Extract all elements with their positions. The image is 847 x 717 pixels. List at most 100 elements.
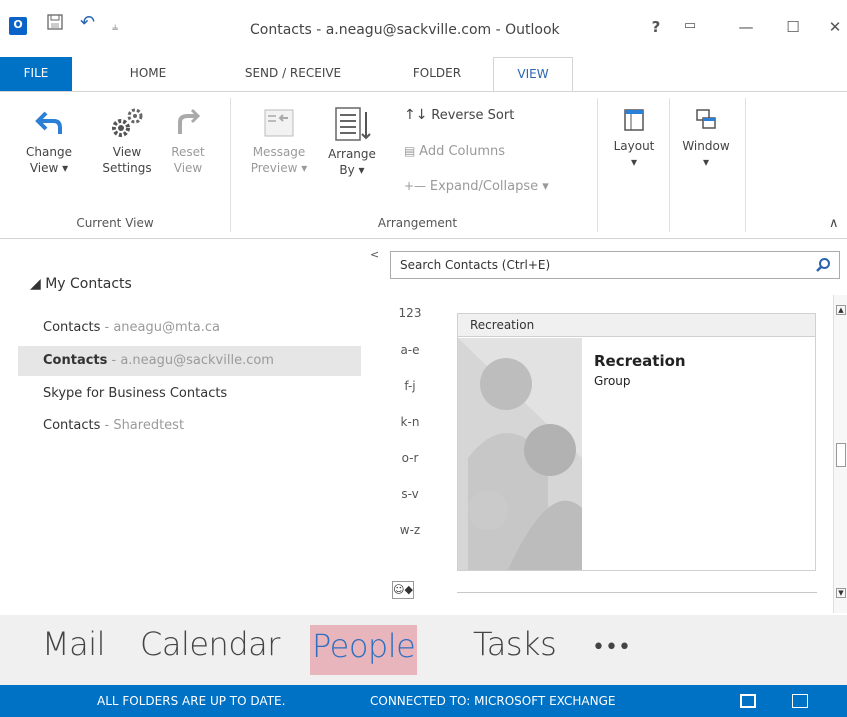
message-preview-label-1: Message	[252, 145, 306, 159]
nav-item-label: Contacts	[43, 418, 101, 433]
normal-view-icon[interactable]	[740, 694, 756, 708]
alpha-index-s-v[interactable]: s-v	[385, 487, 435, 501]
message-preview-label-2: Preview ▾	[250, 161, 308, 175]
contact-group-picture	[458, 338, 582, 570]
ribbon-display-options-button[interactable]: ▭	[680, 18, 700, 33]
change-view-button[interactable]: Change View ▾	[10, 106, 88, 176]
navigation-bar: Mail Calendar People Tasks •••	[0, 615, 847, 685]
title-bar: ↶ ⫨ Contacts - a.neagu@sackville.com - O…	[0, 0, 847, 52]
nav-calendar[interactable]: Calendar	[140, 625, 280, 663]
nav-people[interactable]: People	[310, 625, 418, 675]
alpha-index-w-z[interactable]: w-z	[385, 523, 435, 537]
arrange-by-icon	[335, 107, 371, 141]
tab-view[interactable]: VIEW	[493, 57, 573, 93]
reset-icon	[178, 108, 201, 134]
view-settings-label-1: View	[112, 145, 142, 159]
undo-icon[interactable]: ↶	[80, 12, 95, 33]
scroll-thumb[interactable]	[836, 443, 846, 467]
tab-send-receive[interactable]: SEND / RECEIVE	[218, 57, 368, 92]
my-contacts-header[interactable]: ◢ My Contacts	[30, 276, 132, 292]
search-contacts-input[interactable]: Search Contacts (Ctrl+E)	[390, 251, 840, 279]
scroll-up-icon[interactable]: ▲	[836, 305, 846, 315]
contacts-scrollbar[interactable]: ▲ ▼	[833, 295, 847, 613]
close-button[interactable]: ✕	[825, 18, 845, 36]
reset-view-button[interactable]: Reset View	[160, 106, 216, 176]
contact-type: Group	[594, 374, 631, 388]
message-preview-icon	[264, 109, 294, 137]
reading-view-icon[interactable]	[792, 694, 808, 708]
expand-collapse-button[interactable]: +— Expand/Collapse ▾	[404, 179, 549, 194]
arrange-by-button[interactable]: Arrange By ▾	[322, 106, 382, 178]
ribbon-separator	[745, 98, 746, 232]
layout-button[interactable]: Layout ▾	[603, 106, 665, 170]
view-settings-button[interactable]: View Settings	[92, 106, 162, 176]
nav-item-contacts-sackville[interactable]: Contacts - a.neagu@sackville.com	[18, 346, 361, 376]
arrange-by-label-2: By ▾	[339, 163, 365, 177]
help-button[interactable]: ?	[646, 18, 666, 36]
ribbon-separator	[669, 98, 670, 232]
alpha-index-f-j[interactable]: f-j	[385, 379, 435, 393]
contact-globe-icon[interactable]: ☺◆	[392, 581, 414, 599]
nav-item-account: - a.neagu@sackville.com	[107, 353, 274, 368]
layout-dropdown-arrow: ▾	[630, 155, 638, 169]
nav-item-contacts-mta[interactable]: Contacts - aneagu@mta.ca	[18, 313, 361, 343]
nav-item-label: Contacts	[43, 320, 101, 335]
nav-item-account: - aneagu@mta.ca	[100, 320, 220, 335]
nav-mail[interactable]: Mail	[42, 625, 106, 663]
add-columns-icon: ▤	[404, 144, 416, 158]
search-placeholder: Search Contacts (Ctrl+E)	[400, 258, 551, 272]
ribbon-separator	[597, 98, 598, 232]
change-view-label-1: Change	[26, 145, 72, 159]
nav-item-label: Skype for Business Contacts	[43, 386, 228, 401]
maximize-button[interactable]: ☐	[783, 18, 803, 36]
expand-collapse-icon: +—	[404, 179, 427, 193]
layout-label: Layout	[613, 139, 655, 153]
window-button[interactable]: Window ▾	[671, 106, 741, 170]
window-title: Contacts - a.neagu@sackville.com - Outlo…	[250, 22, 560, 38]
reset-view-label-1: Reset	[171, 145, 205, 159]
collapse-ribbon-icon[interactable]: ∧	[829, 216, 839, 231]
tab-folder[interactable]: FOLDER	[392, 57, 482, 92]
change-view-label-2: View ▾	[29, 161, 69, 175]
reverse-sort-button[interactable]: ↑↓ Reverse Sort	[404, 107, 514, 123]
contact-card[interactable]: Recreation Recreation Group	[457, 313, 816, 571]
tab-home[interactable]: HOME	[113, 57, 183, 92]
nav-item-account: - Sharedtest	[100, 418, 185, 433]
nav-item-label: Contacts	[43, 353, 108, 368]
reverse-sort-label: Reverse Sort	[431, 108, 515, 123]
outlook-app-icon[interactable]	[9, 17, 27, 35]
alpha-index-123[interactable]: 123	[385, 306, 435, 320]
expand-collapse-label: Expand/Collapse ▾	[429, 179, 549, 194]
layout-icon	[624, 109, 644, 131]
customize-qat-icon[interactable]: ⫨	[112, 20, 118, 34]
alpha-index-k-n[interactable]: k-n	[385, 415, 435, 429]
card-divider	[457, 592, 817, 595]
reverse-sort-icon: ↑↓	[404, 107, 428, 123]
folder-status: ALL FOLDERS ARE UP TO DATE.	[97, 694, 286, 708]
tab-file[interactable]: FILE	[0, 57, 72, 92]
reset-view-label-2: View	[173, 161, 203, 175]
nav-item-skype-contacts[interactable]: Skype for Business Contacts	[18, 379, 361, 409]
save-icon[interactable]	[47, 14, 63, 34]
message-preview-button[interactable]: Message Preview ▾	[240, 106, 318, 176]
change-view-icon	[35, 111, 62, 134]
scroll-down-icon[interactable]: ▼	[836, 588, 846, 598]
nav-item-contacts-sharedtest[interactable]: Contacts - Sharedtest	[18, 411, 361, 441]
ribbon-tabs: FILE HOME SEND / RECEIVE FOLDER VIEW	[0, 57, 847, 93]
contact-name: Recreation	[594, 352, 686, 370]
add-columns-button[interactable]: ▤ Add Columns	[404, 144, 505, 159]
connection-status[interactable]: CONNECTED TO: MICROSOFT EXCHANGE	[370, 694, 615, 708]
nav-more-icon[interactable]: •••	[592, 635, 631, 660]
minimize-button[interactable]: —	[736, 18, 756, 36]
arrange-by-label-1: Arrange	[328, 147, 376, 161]
status-bar: ALL FOLDERS ARE UP TO DATE. CONNECTED TO…	[0, 685, 847, 717]
alpha-index-a-e[interactable]: a-e	[385, 343, 435, 357]
nav-tasks[interactable]: Tasks	[473, 625, 557, 663]
window-icon	[696, 109, 716, 129]
window-dropdown-arrow: ▾	[702, 155, 710, 169]
search-icon[interactable]	[815, 257, 831, 273]
minimize-folder-pane-icon[interactable]: <	[370, 248, 379, 261]
alpha-index-o-r[interactable]: o-r	[385, 451, 435, 465]
ribbon: Change View ▾ View Settings Reset View C…	[0, 91, 847, 239]
view-settings-label-2: Settings	[102, 161, 152, 175]
